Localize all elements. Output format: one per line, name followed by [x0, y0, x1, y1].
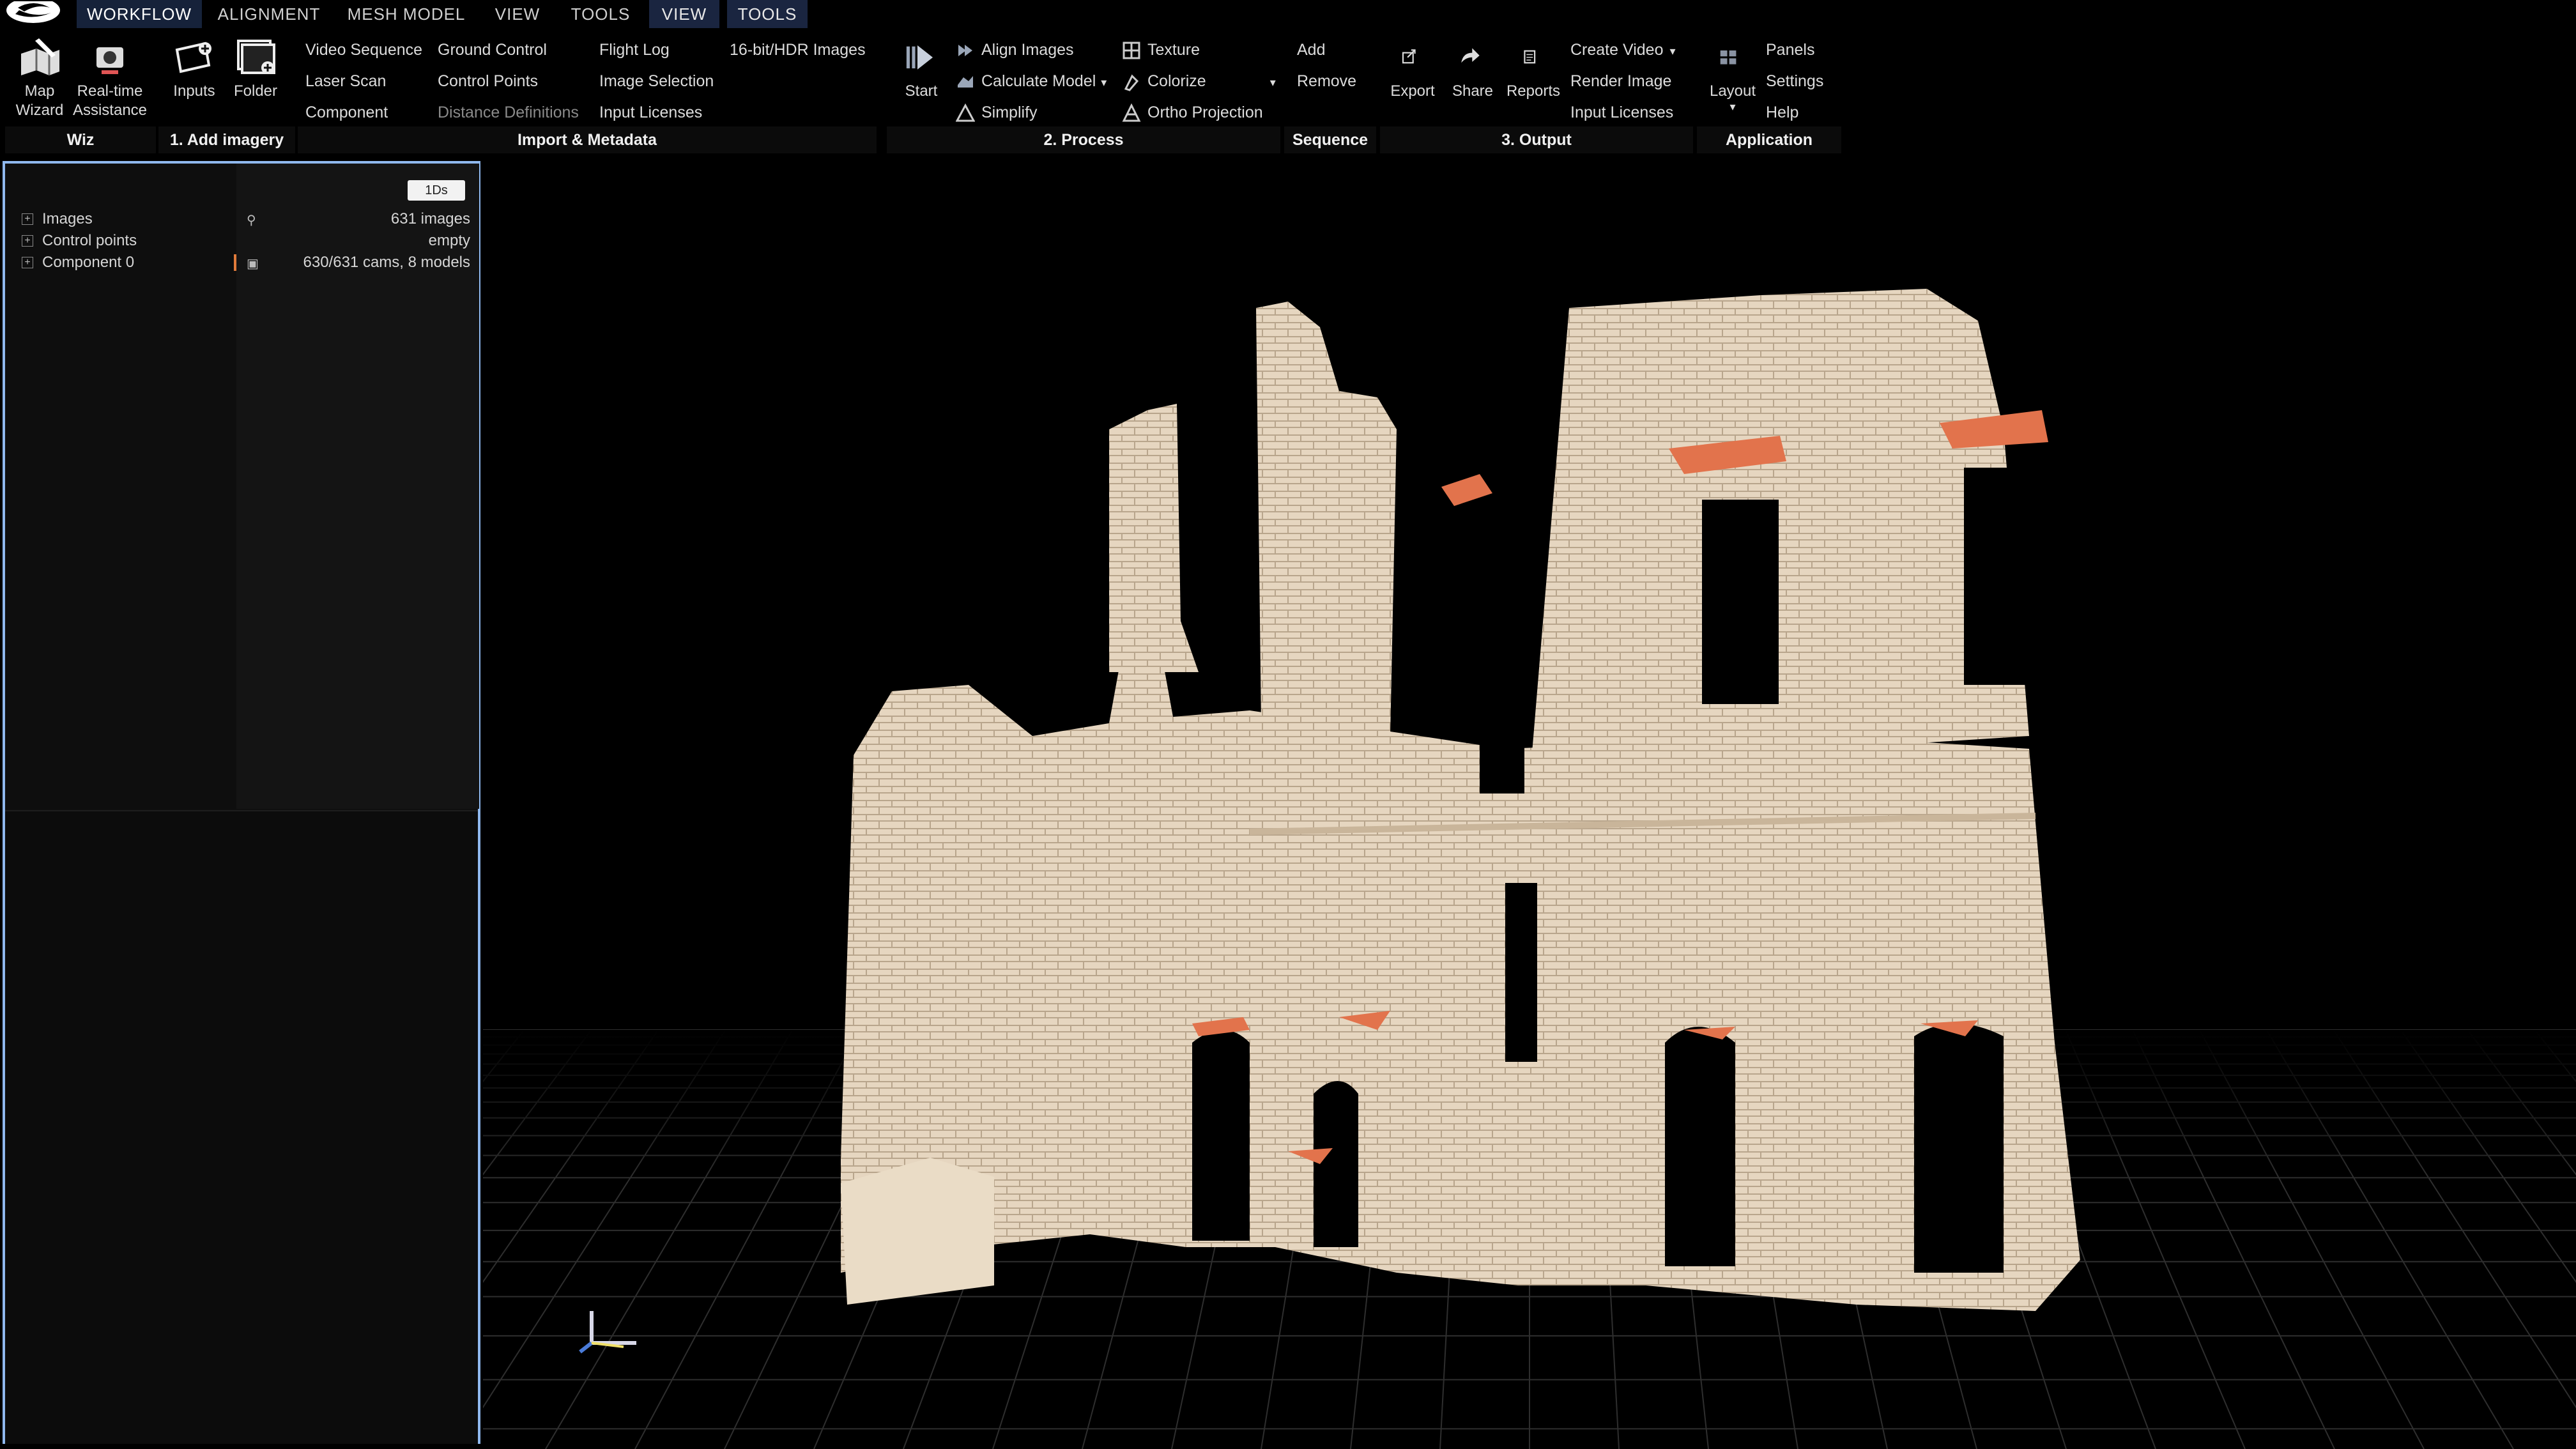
chevron-down-icon[interactable]: ▾	[1669, 45, 1675, 57]
image-selection-button[interactable]: Image Selection	[599, 68, 714, 94]
export-icon	[1402, 49, 1416, 64]
3d-model-ruin[interactable]	[841, 289, 2080, 1311]
share-icon	[1461, 48, 1480, 63]
realtime-assistance-button[interactable]: Real-time Assistance	[70, 34, 150, 120]
hdr-images-button[interactable]: 16-bit/HDR Images	[730, 37, 866, 63]
group-label-import-metadata: Import & Metadata	[298, 126, 877, 153]
layout-button[interactable]: Layout ▾	[1702, 34, 1763, 112]
reports-icon	[1524, 50, 1536, 64]
chevron-down-icon[interactable]: ▾	[1270, 76, 1276, 89]
map-wizard-icon	[21, 38, 59, 75]
tab-context-view[interactable]: VIEW	[649, 0, 719, 28]
calculate-icon	[958, 76, 973, 88]
expand-icon[interactable]: +	[22, 235, 33, 247]
video-sequence-button[interactable]: Video Sequence	[305, 37, 422, 63]
panels-button[interactable]: Panels	[1766, 37, 1814, 63]
panel-type-badge[interactable]: 1Ds	[408, 180, 465, 201]
tab-tools[interactable]: TOOLS	[569, 0, 632, 28]
sequence-add-button[interactable]: Add	[1297, 37, 1325, 63]
create-video-button[interactable]: Create Video ▾	[1570, 37, 1676, 63]
1ds-panel: 1Ds + Images ⚲ 631 images + Control poin…	[3, 161, 480, 1444]
ground-control-button[interactable]: Ground Control	[438, 37, 547, 63]
ribbon: Map Wizard Real-time Assistance Inputs F…	[0, 28, 2576, 156]
tree-item-control-points[interactable]: + Control points empty	[18, 230, 478, 252]
start-icon	[906, 45, 933, 70]
3d-viewport[interactable]	[483, 161, 2576, 1449]
component-status-icon: ▣	[247, 257, 259, 271]
folder-icon	[237, 40, 275, 74]
align-icon	[958, 45, 972, 57]
group-label-wiz: Wiz	[5, 126, 156, 153]
component-button[interactable]: Component	[305, 100, 388, 125]
distance-definitions-button[interactable]: Distance Definitions	[438, 100, 579, 125]
ortho-projection-button[interactable]: Ortho Projection	[1122, 100, 1263, 125]
tab-alignment[interactable]: ALIGNMENT	[215, 0, 323, 28]
viewport-scene	[483, 289, 2576, 1449]
expand-icon[interactable]: +	[22, 213, 33, 225]
simplify-button[interactable]: Simplify	[956, 100, 1038, 125]
help-button[interactable]: Help	[1766, 100, 1798, 125]
colorize-icon	[1124, 74, 1139, 92]
input-licenses-button[interactable]: Input Licenses	[599, 100, 702, 125]
menu-tab-bar: WORKFLOW ALIGNMENT MESH MODEL VIEW TOOLS…	[0, 0, 2576, 28]
control-points-button[interactable]: Control Points	[438, 68, 538, 94]
chevron-down-icon[interactable]: ▾	[1702, 101, 1763, 112]
settings-button[interactable]: Settings	[1766, 68, 1823, 94]
folder-button[interactable]: Folder	[229, 34, 282, 101]
properties-panel	[5, 810, 478, 1444]
inputs-icon	[175, 42, 211, 73]
tab-mesh-model[interactable]: MESH MODEL	[345, 0, 468, 28]
laser-scan-button[interactable]: Laser Scan	[305, 68, 386, 94]
texture-button[interactable]: Texture	[1122, 37, 1200, 63]
chevron-down-icon[interactable]: ▾	[1101, 76, 1107, 89]
output-input-licenses-button[interactable]: Input Licenses	[1570, 100, 1673, 125]
tab-context-tools[interactable]: TOOLS	[727, 0, 808, 28]
ortho-icon	[1122, 103, 1141, 122]
simplify-icon	[956, 103, 975, 122]
inputs-button[interactable]: Inputs	[169, 34, 220, 101]
group-label-output: 3. Output	[1380, 126, 1693, 153]
tab-workflow[interactable]: WORKFLOW	[77, 0, 202, 28]
colorize-button[interactable]: Colorize ▾	[1122, 68, 1276, 94]
share-button[interactable]: Share	[1445, 34, 1500, 101]
map-wizard-button[interactable]: Map Wizard	[9, 34, 70, 120]
sequence-remove-button[interactable]: Remove	[1297, 68, 1356, 94]
start-button[interactable]: Start	[901, 34, 942, 101]
group-label-application: Application	[1697, 126, 1841, 153]
tree-item-component-0[interactable]: + Component 0 ▣ 630/631 cams, 8 models	[18, 252, 478, 273]
expand-icon[interactable]: +	[22, 257, 33, 268]
logo-icon[interactable]	[5, 1, 61, 27]
group-label-process: 2. Process	[887, 126, 1280, 153]
tree-item-images[interactable]: + Images ⚲ 631 images	[18, 208, 478, 230]
texture-icon	[1123, 42, 1140, 59]
export-button[interactable]: Export	[1384, 34, 1441, 101]
tree-view: 1Ds + Images ⚲ 631 images + Control poin…	[5, 164, 479, 809]
flight-log-button[interactable]: Flight Log	[599, 37, 670, 63]
group-label-add-imagery: 1. Add imagery	[158, 126, 295, 153]
location-pin-icon: ⚲	[247, 213, 256, 227]
realtime-assistance-icon	[96, 47, 123, 74]
tab-view[interactable]: VIEW	[492, 0, 543, 28]
align-images-button[interactable]: Align Images	[956, 37, 1074, 63]
group-label-sequence: Sequence	[1284, 126, 1376, 153]
render-image-button[interactable]: Render Image	[1570, 68, 1671, 94]
reports-button[interactable]: Reports	[1501, 34, 1565, 101]
layout-icon	[1720, 50, 1736, 65]
active-component-marker	[234, 254, 236, 271]
calculate-model-button[interactable]: Calculate Model ▾	[956, 68, 1107, 94]
